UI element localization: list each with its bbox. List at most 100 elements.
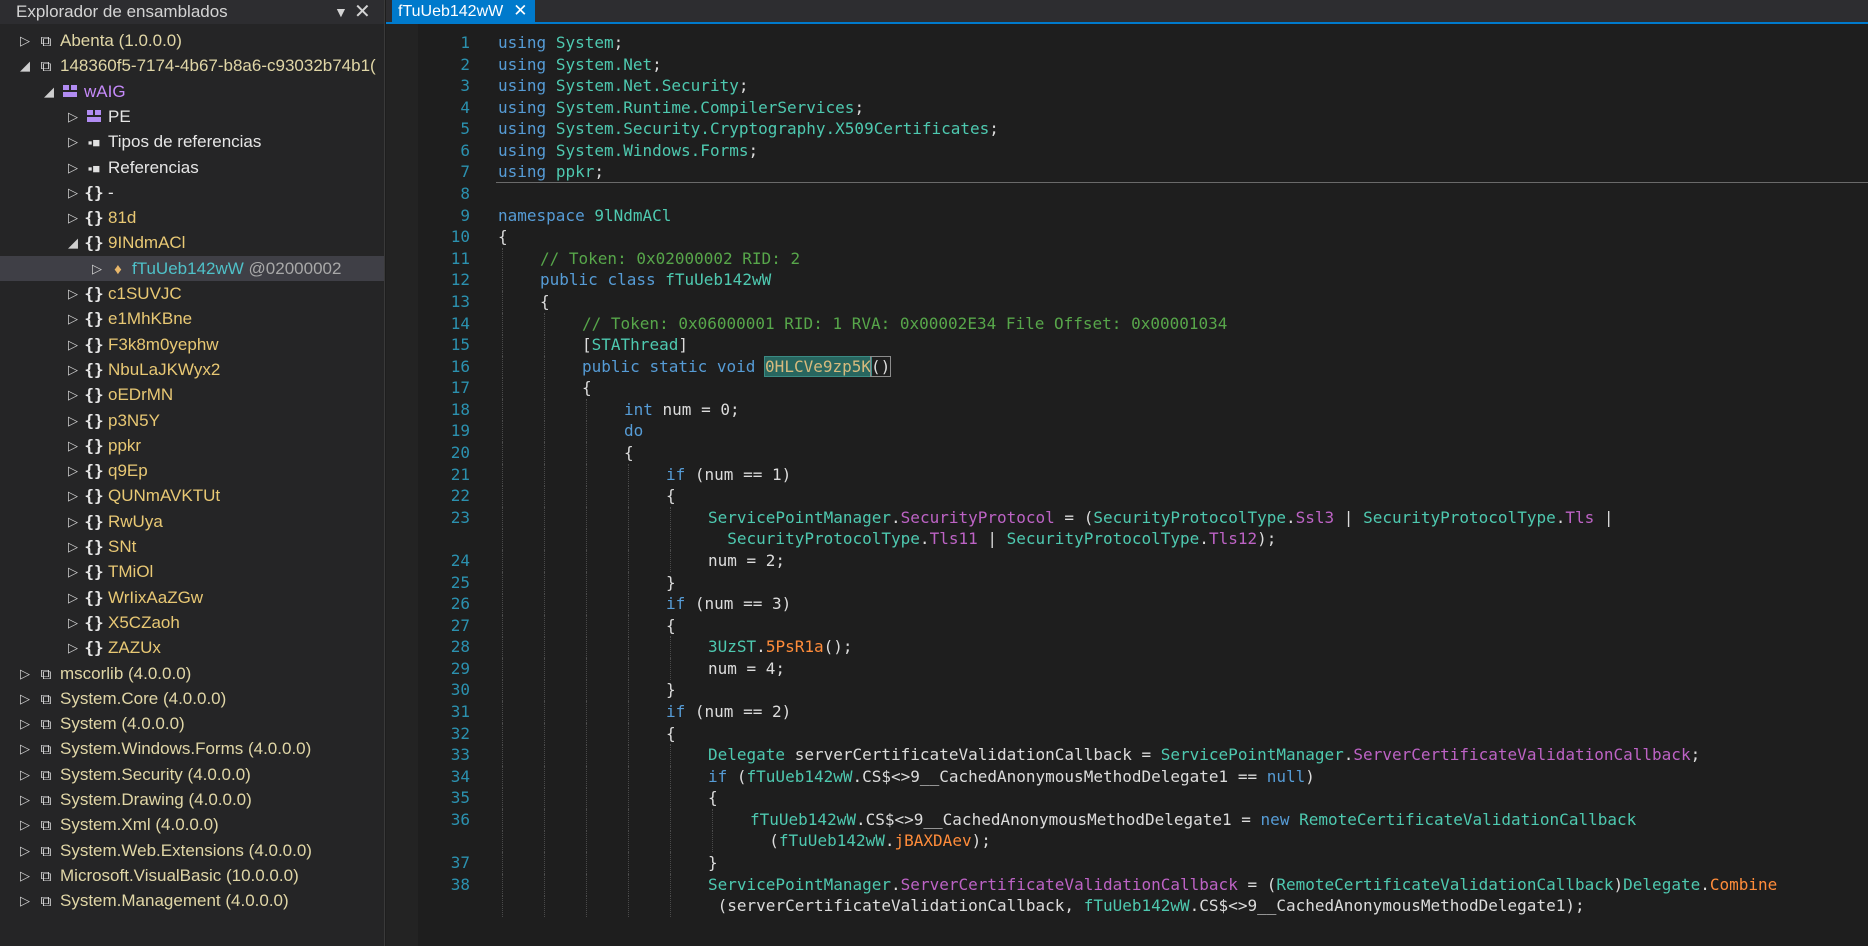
code-text: public static void 0HLCVe9zp5K() bbox=[582, 355, 892, 378]
line-number: 1 bbox=[460, 33, 470, 52]
expand-arrow-icon[interactable]: ▷ bbox=[66, 155, 80, 180]
tree-node[interactable]: ▷ ⧉ System.Xml (4.0.0.0) bbox=[0, 812, 384, 837]
assembly-icon: ⧉ bbox=[40, 689, 52, 708]
highlighted-symbol[interactable]: 0HLCVe9zp5K bbox=[764, 355, 873, 377]
expand-arrow-icon[interactable]: ▷ bbox=[66, 559, 80, 584]
tree-node[interactable]: ▷ ⧉ Microsoft.VisualBasic (10.0.0.0) bbox=[0, 863, 384, 888]
indent-guide bbox=[502, 571, 503, 594]
expand-arrow-icon[interactable]: ▷ bbox=[66, 306, 80, 331]
expand-arrow-icon[interactable]: ▷ bbox=[66, 433, 80, 458]
tree-node[interactable]: ▷{} TMiOl bbox=[0, 559, 384, 584]
tab-ftuueb142ww[interactable]: fTuUeb142wW ✕ bbox=[392, 0, 536, 22]
tree-node[interactable]: ▷{} oEDrMN bbox=[0, 382, 384, 407]
tree-node[interactable]: ▷{} p3N5Y bbox=[0, 408, 384, 433]
code-text: (fTuUeb142wW.jBAXDAev); bbox=[750, 830, 991, 852]
tree-node[interactable]: ▷{} QUNmAVKTUt bbox=[0, 483, 384, 508]
expand-arrow-icon[interactable]: ▷ bbox=[18, 686, 32, 711]
tree-node[interactable]: ▷{} q9Ep bbox=[0, 458, 384, 483]
code-text: fTuUeb142wW.CS$<>9__CachedAnonymousMetho… bbox=[750, 809, 1636, 831]
tree-node[interactable]: ◢ wAIG bbox=[0, 79, 384, 104]
expand-arrow-icon[interactable]: ▷ bbox=[18, 736, 32, 761]
indent-guide bbox=[670, 636, 671, 659]
tree-node[interactable]: ▷ ⧉ mscorlib (4.0.0.0) bbox=[0, 661, 384, 686]
expand-arrow-icon[interactable]: ▷ bbox=[18, 762, 32, 787]
expand-arrow-icon[interactable]: ▷ bbox=[66, 585, 80, 610]
code-token: { bbox=[540, 291, 550, 311]
expand-arrow-icon[interactable]: ▷ bbox=[66, 104, 80, 129]
expand-arrow-icon[interactable]: ▷ bbox=[66, 610, 80, 635]
expand-arrow-icon[interactable]: ▷ bbox=[18, 661, 32, 686]
tree-node[interactable]: ▷{} 81d bbox=[0, 205, 384, 230]
tree-node[interactable]: ▷ ⧉ System.Drawing (4.0.0.0) bbox=[0, 787, 384, 812]
indent-guide bbox=[544, 808, 545, 831]
expand-arrow-icon[interactable]: ▷ bbox=[66, 180, 80, 205]
expand-arrow-icon[interactable]: ▷ bbox=[66, 332, 80, 357]
tree-node[interactable]: ▷{} X5CZaoh bbox=[0, 610, 384, 635]
collapse-arrow-icon[interactable]: ◢ bbox=[18, 53, 32, 78]
expand-arrow-icon[interactable]: ▷ bbox=[18, 863, 32, 888]
panel-menu-dropdown-icon[interactable]: ▼ bbox=[334, 0, 348, 24]
tree-node[interactable]: ▷{} - bbox=[0, 180, 384, 205]
tree-node[interactable]: ▷{} RwUya bbox=[0, 509, 384, 534]
tree-node[interactable]: ▷ ▪■ Referencias bbox=[0, 155, 384, 180]
indent-guide bbox=[670, 744, 671, 767]
tree-node-label: System.Windows.Forms (4.0.0.0) bbox=[60, 739, 312, 759]
panel-close-icon[interactable]: ✕ bbox=[354, 0, 371, 24]
indent-guide bbox=[544, 895, 545, 918]
expand-arrow-icon[interactable]: ▷ bbox=[66, 281, 80, 306]
expand-arrow-icon[interactable]: ▷ bbox=[18, 888, 32, 913]
expand-arrow-icon[interactable]: ▷ bbox=[66, 635, 80, 660]
tree-node[interactable]: ▷ ⧉ System.Web.Extensions (4.0.0.0) bbox=[0, 838, 384, 863]
code-token: ServerCertificateValidationCallback bbox=[1353, 745, 1691, 765]
tree-node[interactable]: ▷ PE bbox=[0, 104, 384, 129]
expand-arrow-icon[interactable]: ▷ bbox=[66, 382, 80, 407]
collapse-arrow-icon[interactable]: ◢ bbox=[42, 79, 56, 104]
tree-node[interactable]: ▷ ♦ fTuUeb142wW @02000002 bbox=[0, 255, 384, 281]
expand-arrow-icon[interactable]: ▷ bbox=[66, 205, 80, 230]
tree-node[interactable]: ▷ ⧉ System (4.0.0.0) bbox=[0, 711, 384, 736]
collapse-arrow-icon[interactable]: ◢ bbox=[66, 230, 80, 255]
tree-node[interactable]: ◢{} 9INdmACl bbox=[0, 230, 384, 255]
expand-arrow-icon[interactable]: ▷ bbox=[66, 534, 80, 559]
indent-guide bbox=[586, 614, 587, 637]
code-token: class bbox=[607, 270, 656, 290]
expand-arrow-icon[interactable]: ▷ bbox=[66, 483, 80, 508]
tree-node[interactable]: ▷{} WrIixAaZGw bbox=[0, 585, 384, 610]
expand-arrow-icon[interactable]: ▷ bbox=[66, 129, 80, 154]
expand-arrow-icon[interactable]: ▷ bbox=[66, 408, 80, 433]
module-icon bbox=[82, 104, 106, 129]
expand-arrow-icon[interactable]: ▷ bbox=[90, 256, 104, 281]
tree-node[interactable]: ▷{} c1SUVJC bbox=[0, 281, 384, 306]
assembly-icon: ⧉ bbox=[40, 57, 52, 76]
code-line: 19 do bbox=[386, 420, 1868, 443]
tree-node[interactable]: ▷{} ppkr bbox=[0, 433, 384, 458]
indent-guide bbox=[502, 355, 503, 378]
tree-node[interactable]: ▷ ⧉ Abenta (1.0.0.0) bbox=[0, 28, 384, 53]
tree-node[interactable]: ▷ ⧉ System.Core (4.0.0.0) bbox=[0, 686, 384, 711]
code-token: Combine bbox=[1709, 874, 1778, 894]
tree-node-label: PE bbox=[108, 106, 131, 126]
expand-arrow-icon[interactable]: ▷ bbox=[66, 357, 80, 382]
tree-node[interactable]: ▷ ⧉ System.Windows.Forms (4.0.0.0) bbox=[0, 736, 384, 761]
tree-node[interactable]: ▷{} ZAZUx bbox=[0, 635, 384, 660]
tree-node[interactable]: ◢ ⧉ 148360f5-7174-4b67-b8a6-c93032b74b1( bbox=[0, 53, 384, 78]
expand-arrow-icon[interactable]: ▷ bbox=[18, 812, 32, 837]
indent-guide bbox=[502, 334, 503, 357]
tree-node[interactable]: ▷{} F3k8m0yephw bbox=[0, 332, 384, 357]
tree-node[interactable]: ▷ ⧉ System.Management (4.0.0.0) bbox=[0, 888, 384, 913]
expand-arrow-icon[interactable]: ▷ bbox=[66, 458, 80, 483]
tree-node[interactable]: ▷{} e1MhKBne bbox=[0, 306, 384, 331]
tree-node[interactable]: ▷{} SNt bbox=[0, 534, 384, 559]
expand-arrow-icon[interactable]: ▷ bbox=[18, 28, 32, 53]
tree-node[interactable]: ▷{} NbuLaJKWyx2 bbox=[0, 357, 384, 382]
expand-arrow-icon[interactable]: ▷ bbox=[66, 509, 80, 534]
tree-node[interactable]: ▷ ⧉ System.Security (4.0.0.0) bbox=[0, 762, 384, 787]
tree-node[interactable]: ▷ ▪■ Tipos de referencias bbox=[0, 129, 384, 154]
expand-arrow-icon[interactable]: ▷ bbox=[18, 711, 32, 736]
expand-arrow-icon[interactable]: ▷ bbox=[18, 838, 32, 863]
code-token: . bbox=[1700, 874, 1710, 894]
indent-guide bbox=[502, 636, 503, 659]
expand-arrow-icon[interactable]: ▷ bbox=[18, 787, 32, 812]
tab-close-icon[interactable]: ✕ bbox=[513, 1, 527, 20]
